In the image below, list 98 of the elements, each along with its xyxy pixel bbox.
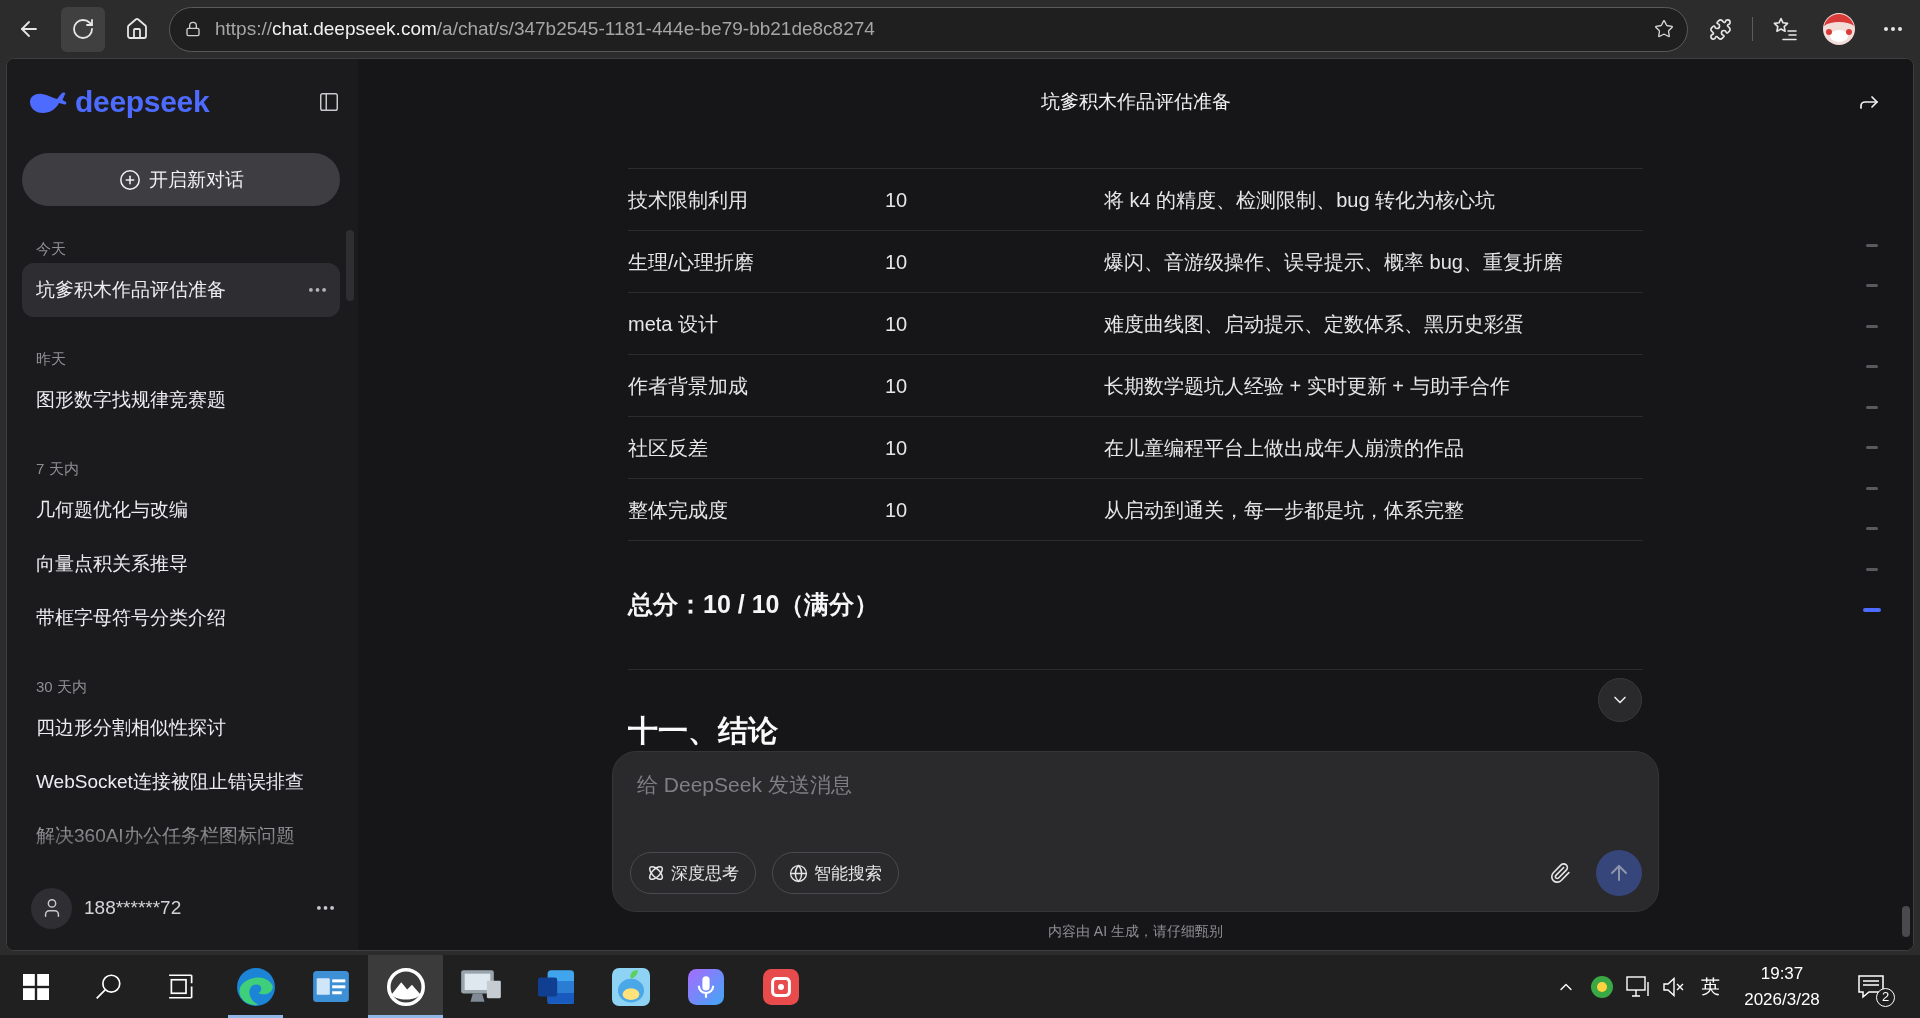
sidebar-toggle-button[interactable] [318,91,340,113]
table-cell-text: 作者背景加成 [628,373,749,399]
microphone-icon [687,968,724,1005]
document-app-icon [537,969,574,1004]
table-cell-text: 将 k4 的精度、检测限制、bug 转化为核心坑 [1104,187,1497,213]
atom-icon [647,864,665,882]
chat-history-title: 解决360AI办公任务栏图标问题 [36,824,295,848]
chat-history-item[interactable]: WebSocket连接被阻止错误排查 [22,755,340,809]
chat-history-title: WebSocket连接被阻止错误排查 [36,770,304,794]
dash-marker-icon[interactable] [1866,324,1878,328]
dash-marker-icon[interactable] [1863,607,1881,612]
chat-history-item[interactable]: 四边形分割相似性探讨 [22,701,340,755]
chat-history-title: 带框字母符号分类介绍 [36,606,226,630]
user-name: 188******72 [84,897,183,919]
chat-history-title: 图形数字找规律竞赛题 [36,388,226,412]
dash-marker-icon[interactable] [1866,567,1878,571]
dash-marker-icon[interactable] [1866,405,1878,409]
dash-marker-icon[interactable] [1866,486,1878,490]
star-list-icon [1773,17,1797,41]
id-card-icon [312,971,349,1002]
chat-title: 坑爹积木作品评估准备 [1040,90,1231,114]
table-cell-text: meta 设计 [628,311,720,337]
notification-count-badge: 2 [1876,988,1895,1007]
chat-history-title: 坑爹积木作品评估准备 [36,278,226,302]
chat-history-item[interactable]: 图形数字找规律竞赛题 [22,373,340,427]
star-icon [1654,19,1674,39]
puzzle-icon [1708,17,1732,41]
chat-history-title: 几何题优化与改编 [36,498,188,522]
cartoon-character-icon [611,967,650,1006]
input-method-button[interactable]: 英 [1692,955,1728,1018]
lock-icon [185,21,201,37]
home-icon [125,17,149,41]
chat-history-title: 四边形分割相似性探讨 [36,716,226,740]
app-tile-icon [762,968,799,1005]
clock-button[interactable]: 19:37 2026/3/28 [1728,955,1836,1018]
globe-icon [789,863,808,883]
url-text[interactable]: https://chat.deepseek.com/a/chat/s/347b2545-1181-444e-be79-bb21de8c8274 [215,17,1639,41]
task-view-icon [168,974,195,999]
table-cell-text: 长期数学题坑人经验 + 实时更新 + 与助手合作 [1104,373,1511,399]
dash-marker-icon[interactable] [1866,284,1878,288]
chat-history-item[interactable]: 几何题优化与改编 [22,483,340,537]
profile-avatar-icon [1823,13,1855,45]
group-label: 7 天内 [35,459,80,479]
table-cell-text: 从启动到通关，每一步都是坑，体系完整 [1104,497,1465,523]
section-heading: 十一、结论 [628,714,778,748]
table-cell-text: 整体完成度 [628,497,729,523]
table-cell-text: 在儿童编程平台上做出成年人崩溃的作品 [1104,435,1465,461]
app-status-icon [1591,975,1613,998]
table-cell-text: 难度曲线图、启动提示、定数体系、黑历史彩蛋 [1104,311,1525,337]
windows-logo-icon [23,973,49,1000]
more-icon [1884,27,1902,31]
chat-history-title: 向量点积关系推导 [36,552,188,576]
taskbar-app-button[interactable] [368,955,443,1018]
chat-history-item[interactable]: 坑爹积木作品评估准备 [22,263,340,317]
dash-marker-icon[interactable] [1866,527,1878,531]
table-cell-text: 社区反差 [628,435,709,461]
dash-marker-icon[interactable] [1866,243,1878,247]
disclaimer-text: 内容由 AI 生成，请仔细甄别 [1048,922,1223,940]
table-cell-text: 10 [885,373,909,399]
table-cell-text: 10 [885,187,909,213]
monitor-icon [460,969,501,1004]
table-cell-text: 10 [885,497,909,523]
add-favorite-button[interactable] [1653,18,1675,40]
table-cell-text: 爆闪、音游级操作、误导提示、概率 bug、重复折磨 [1104,249,1564,275]
dash-marker-icon[interactable] [1866,446,1878,450]
table-cell-text: 生理/心理折磨 [628,249,755,275]
group-label: 今天 [35,239,67,259]
chat-history-item[interactable]: 解决360AI办公任务栏图标问题 [22,809,340,863]
refresh-icon [71,17,95,41]
score-summary: 总分：10 / 10（满分） [628,589,880,620]
panel-left-icon [318,91,340,113]
group-label: 昨天 [35,349,67,369]
network-icon [1626,975,1650,998]
table-cell-text: 技术限制利用 [628,187,749,213]
address-bar[interactable]: https://chat.deepseek.com/a/chat/s/347b2545-1181-444e-be79-bb21de8c8274 [169,6,1688,52]
table-cell-text: 10 [885,311,909,337]
table-cell-text: 10 [885,435,909,461]
more-icon[interactable] [317,906,334,910]
new-chat-button[interactable]: 开启新对话 [22,153,340,206]
refresh-button[interactable] [61,6,105,52]
more-icon[interactable] [309,288,326,292]
group-label: 30 天内 [35,677,88,697]
plus-circle-icon [118,168,141,191]
message-input[interactable]: 给 DeepSeek 发送消息 [630,771,1642,850]
table-cell-text: 10 [885,249,909,275]
browser-icon [236,967,275,1006]
search-icon [95,973,122,1000]
paperclip-icon [1549,862,1571,884]
mountain-circle-icon [386,967,425,1006]
logo-text: deepseek [75,87,210,117]
notification-icon [1858,974,1884,999]
dash-marker-icon[interactable] [1866,365,1878,369]
notification-button[interactable]: 2 [1836,955,1906,1018]
chat-history-item[interactable]: 向量点积关系推导 [22,537,340,591]
message-composer[interactable]: 给 DeepSeek 发送消息 深度思考 智能搜索 [612,751,1659,912]
chat-history-item[interactable]: 带框字母符号分类介绍 [22,591,340,645]
scrollbar-thumb[interactable] [1902,906,1910,937]
user-avatar-icon[interactable] [31,887,72,929]
